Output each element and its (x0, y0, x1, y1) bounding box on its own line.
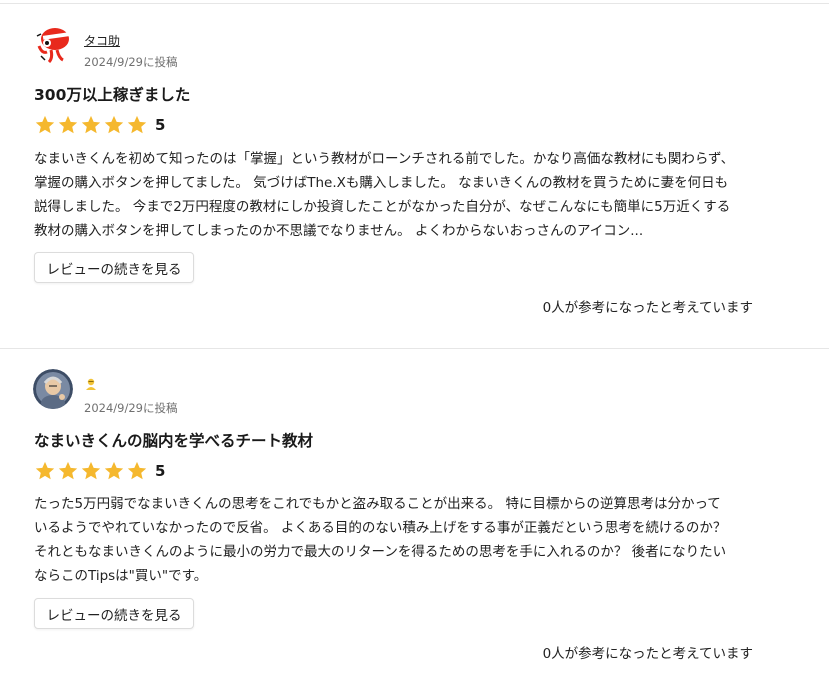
star-rating: 5 (34, 460, 165, 482)
review-body-line: 掌握の購入ボタンを押してました。 気づけばThe.Xも購入しました。 なまいきく… (34, 175, 729, 191)
star-icon (81, 115, 101, 134)
review-title: 300万以上稼ぎました (34, 86, 191, 104)
star-icon (127, 115, 147, 134)
review-body-line: 教材の購入ボタンを押してしまったのか不思議でなりません。 よくわからないおっさん… (34, 223, 644, 239)
read-more-button[interactable]: レビューの続きを見る (34, 598, 194, 629)
review-body-line: ならこのTipsは"買い"です。 (34, 568, 208, 584)
review-card: 2024/9/29に投稿 なまいきくんの脳内を学べるチート教材 5 たった5万円… (0, 348, 829, 689)
review-body-line: それともなまいきくんのように最小の労力で最大のリターンを得るための思考を手に入れ… (34, 544, 727, 560)
star-icon (81, 461, 101, 480)
star-icon (35, 461, 55, 480)
review-body: なまいきくんを初めて知ったのは「掌握」という教材がローンチされる前でした。かなり… (34, 147, 764, 243)
review-card: タコ助 2024/9/29に投稿 300万以上稼ぎました 5 なまいきくんを初め… (0, 0, 829, 348)
author-name[interactable]: タコ助 (84, 32, 120, 49)
star-icon (104, 461, 124, 480)
post-date: 2024/9/29に投稿 (84, 401, 178, 415)
person-emoji-icon (86, 378, 96, 390)
review-body: たった5万円弱でなまいきくんの思考をこれでもかと盗み取ることが出来る。 特に目標… (34, 492, 764, 588)
rating-value: 5 (155, 116, 166, 134)
review-body-line: たった5万円弱でなまいきくんの思考をこれでもかと盗み取ることが出来る。 特に目標… (34, 496, 721, 512)
star-icon (58, 115, 78, 134)
star-icon (35, 115, 55, 134)
read-more-button[interactable]: レビューの続きを見る (34, 252, 194, 283)
red-octopus-avatar[interactable] (33, 24, 73, 64)
review-title: なまいきくんの脳内を学べるチート教材 (34, 432, 314, 450)
star-icon (104, 115, 124, 134)
old-man-avatar[interactable] (33, 369, 73, 409)
star-icon (127, 461, 147, 480)
post-date: 2024/9/29に投稿 (84, 55, 178, 69)
star-icon (58, 461, 78, 480)
review-body-line: いるようでやれていなかったので反省。 よくある目的のない積み上げをする事が正義だ… (34, 520, 727, 536)
helpful-count: 0人が参考になったと考えています (542, 300, 753, 316)
review-body-line: なまいきくんを初めて知ったのは「掌握」という教材がローンチされる前でした。かなり… (34, 151, 735, 167)
helpful-count: 0人が参考になったと考えています (542, 646, 753, 662)
rating-value: 5 (155, 462, 166, 480)
review-body-line: 説得しました。 今まで2万円程度の教材にしか投資したことがなかった自分が、なぜこ… (34, 199, 731, 215)
star-rating: 5 (34, 114, 165, 136)
